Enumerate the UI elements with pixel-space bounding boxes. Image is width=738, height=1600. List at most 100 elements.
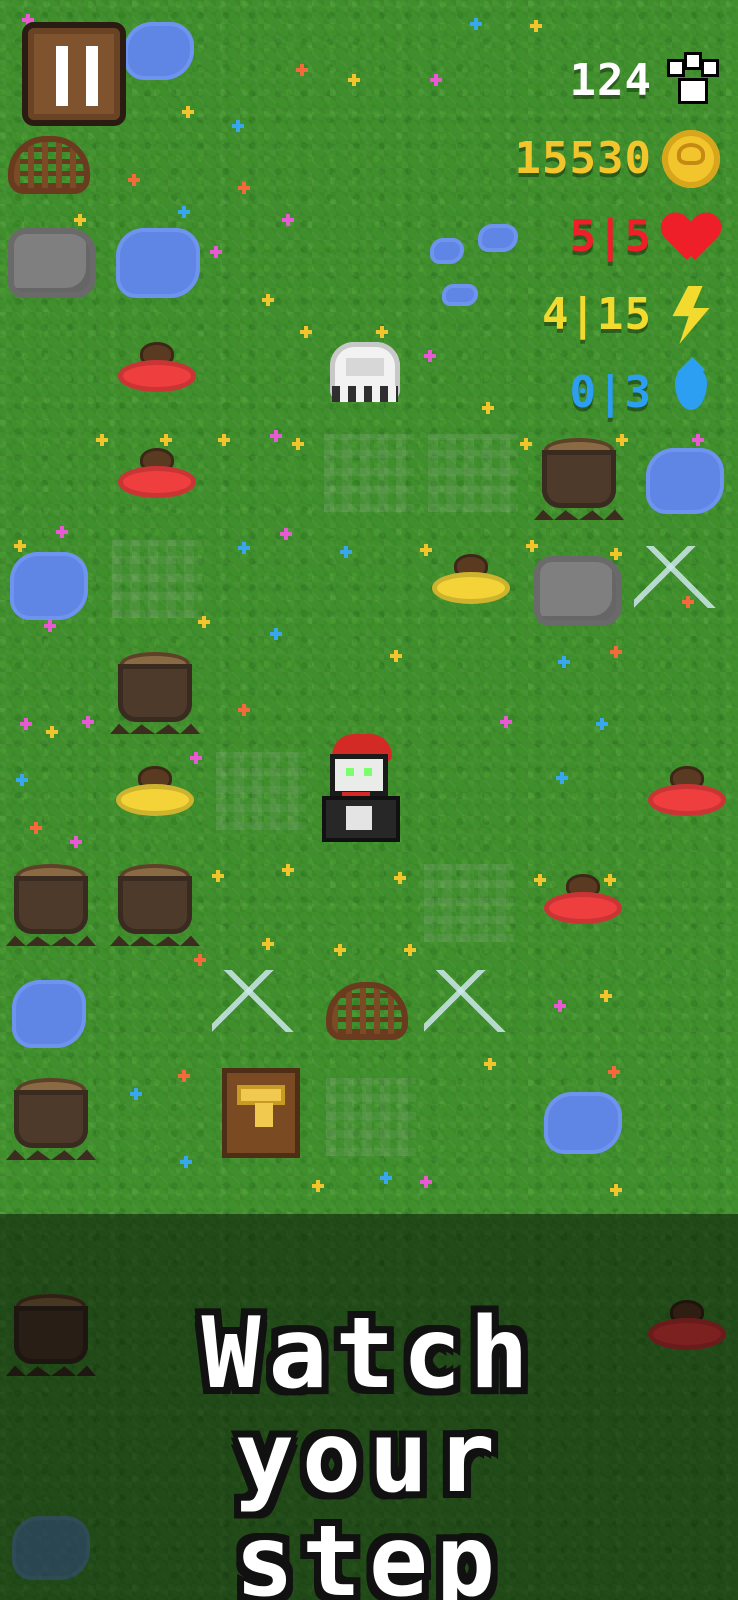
flower <box>210 246 222 258</box>
pond <box>116 228 200 298</box>
flower <box>182 106 194 118</box>
pond <box>442 284 478 306</box>
flower <box>282 214 294 226</box>
flower <box>16 774 28 786</box>
pond <box>10 552 88 620</box>
flower <box>430 74 442 86</box>
player-head <box>330 754 388 796</box>
red-bowl <box>544 872 622 930</box>
treasure-chest <box>222 1068 300 1158</box>
flower <box>394 872 406 884</box>
sheep <box>322 334 408 410</box>
status-hud: 124 15530 5|5 4|15 0|3 <box>490 42 720 432</box>
flower <box>238 704 250 716</box>
pond <box>12 980 86 1048</box>
hidden-tile <box>424 864 514 942</box>
flower <box>178 206 190 218</box>
steps-counter: 124 <box>490 42 720 120</box>
pond <box>646 448 724 514</box>
flower <box>178 1070 190 1082</box>
flower <box>340 546 352 558</box>
flower <box>334 944 346 956</box>
flower <box>610 1184 622 1196</box>
flower <box>312 1180 324 1192</box>
flower <box>238 542 250 554</box>
rock <box>8 228 96 298</box>
pond <box>124 22 194 80</box>
flower <box>46 726 58 738</box>
basket <box>8 136 90 194</box>
heart-icon <box>662 208 720 266</box>
water-counter: 0|3 <box>490 354 720 432</box>
flower <box>44 620 56 632</box>
flower <box>558 656 570 668</box>
flower <box>280 528 292 540</box>
flower <box>238 182 250 194</box>
flower <box>190 752 202 764</box>
pond <box>430 238 464 264</box>
energy-counter: 4|15 <box>490 276 720 354</box>
flower <box>554 1000 566 1012</box>
flower <box>420 1176 432 1188</box>
flower <box>600 990 612 1002</box>
hidden-tile <box>112 540 202 618</box>
player-eye <box>346 768 354 776</box>
hidden-tile <box>216 752 306 830</box>
flower <box>424 350 436 362</box>
cracked-ice <box>634 546 726 608</box>
flower <box>692 434 704 446</box>
flower <box>270 430 282 442</box>
yellow-bowl <box>116 764 194 822</box>
tree-stump <box>110 652 200 734</box>
flower <box>82 716 94 728</box>
coins-counter: 15530 <box>490 120 720 198</box>
flower <box>130 1088 142 1100</box>
player-belly <box>346 806 372 830</box>
flower <box>420 544 432 556</box>
coin-icon <box>662 130 720 188</box>
flower <box>14 540 26 552</box>
flower <box>270 628 282 640</box>
flower <box>608 1066 620 1078</box>
flower <box>232 120 244 132</box>
coins-value: 15530 <box>514 133 652 184</box>
flower <box>596 718 608 730</box>
game-board[interactable]: 124 15530 5|5 4|15 0|3 Watch your step <box>0 0 738 1600</box>
flower <box>484 1058 496 1070</box>
pause-button[interactable] <box>22 22 126 126</box>
steps-value: 124 <box>569 55 652 106</box>
flower <box>180 1156 192 1168</box>
water-value: 0|3 <box>569 367 652 418</box>
flower <box>262 938 274 950</box>
flower <box>296 64 308 76</box>
tree-stump <box>110 864 200 946</box>
flower <box>610 548 622 560</box>
flower <box>348 74 360 86</box>
flower <box>194 954 206 966</box>
energy-value: 4|15 <box>542 289 652 340</box>
flower <box>470 18 482 30</box>
flower <box>96 434 108 446</box>
player-character[interactable] <box>322 734 404 844</box>
flower <box>390 650 402 662</box>
banner-text: Watch your step <box>201 1297 537 1600</box>
tree-stump <box>534 438 624 520</box>
flower <box>404 944 416 956</box>
red-bowl <box>648 764 726 822</box>
pause-icon <box>56 46 98 106</box>
flower <box>218 434 230 446</box>
hidden-tile <box>326 1078 416 1156</box>
hidden-tile <box>324 434 414 512</box>
red-bowl <box>118 446 196 504</box>
cracked-ice <box>212 970 304 1032</box>
pond <box>544 1092 622 1154</box>
tree-stump <box>6 1078 96 1160</box>
health-counter: 5|5 <box>490 198 720 276</box>
yellow-bowl <box>432 552 510 610</box>
basket <box>326 982 408 1040</box>
flower <box>20 718 32 730</box>
lightning-icon <box>672 286 710 344</box>
flower <box>70 836 82 848</box>
tree-stump <box>6 864 96 946</box>
flower <box>128 174 140 186</box>
